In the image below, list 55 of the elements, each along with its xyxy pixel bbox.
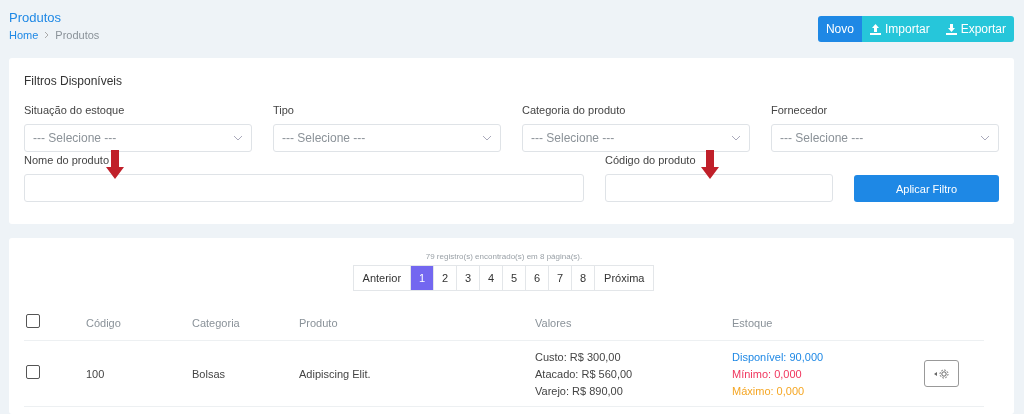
page-button[interactable]: 5: [502, 265, 527, 291]
checkbox[interactable]: [26, 313, 40, 328]
settings-icon: [933, 368, 950, 379]
download-icon: [945, 23, 957, 35]
field-label: Nome do produto: [24, 154, 110, 166]
field-label: Fornecedor: [771, 104, 829, 116]
column-header: Código: [86, 316, 122, 329]
column-header: Valores: [535, 316, 573, 329]
select-field[interactable]: --- Selecione ---: [771, 124, 999, 152]
page-button[interactable]: 7: [548, 265, 573, 291]
page-button[interactable]: 6: [525, 265, 550, 291]
price-text: Atacado: R$ 560,00: [535, 367, 634, 380]
card-title: Filtros Disponíveis: [24, 74, 124, 88]
apply-filter-button[interactable]: Aplicar Filtro: [854, 175, 999, 202]
upload-icon: [869, 23, 881, 35]
chevron-down-icon: [731, 135, 741, 141]
field-label: Tipo: [273, 104, 295, 116]
results-summary: 79 registro(s) encontrado(s) em 8 página(s).: [424, 252, 584, 261]
page-button[interactable]: 1: [410, 265, 435, 291]
price-text: Custo: R$ 300,00: [535, 350, 622, 363]
page-button[interactable]: 2: [433, 265, 458, 291]
page-button[interactable]: 3: [456, 265, 481, 291]
select-field[interactable]: --- Selecione ---: [273, 124, 501, 152]
column-header: Estoque: [732, 316, 774, 329]
field-label: Código do produto: [605, 154, 697, 166]
chevron-down-icon: [233, 135, 243, 141]
arrow-down-icon: [701, 150, 719, 180]
chevron-down-icon: [482, 135, 492, 141]
previous-page-button[interactable]: Anterior: [352, 265, 412, 291]
text-field[interactable]: [24, 174, 584, 202]
page-button[interactable]: 8: [571, 265, 596, 291]
page-button[interactable]: 4: [479, 265, 504, 291]
table-cell-text: Bolsas: [192, 367, 227, 380]
table-cell-text: Adipiscing Elit.: [299, 367, 372, 380]
text-field[interactable]: [605, 174, 833, 202]
stock-text: Máximo: 0,000: [732, 384, 806, 397]
next-page-button[interactable]: Próxima: [594, 265, 655, 291]
stock-text: Disponível: 90,000: [732, 350, 825, 363]
field-label: Situação do estoque: [24, 104, 126, 116]
checkbox[interactable]: [26, 364, 40, 379]
field-label: Categoria do produto: [522, 104, 627, 116]
action-button[interactable]: Novo: [817, 16, 862, 42]
column-header: Produto: [299, 316, 339, 329]
chevron-right-icon: [44, 31, 50, 39]
select-field[interactable]: --- Selecione ---: [24, 124, 252, 152]
page-title: Produtos: [9, 10, 63, 25]
breadcrumb-link[interactable]: Produtos: [55, 29, 100, 41]
stock-text: Mínimo: 0,000: [732, 367, 803, 380]
price-text: Varejo: R$ 890,00: [535, 384, 624, 397]
breadcrumb-link[interactable]: Home: [9, 29, 39, 41]
settings-button[interactable]: [924, 360, 959, 387]
table-cell-text: 100: [86, 367, 106, 380]
chevron-down-icon: [980, 135, 990, 141]
select-field[interactable]: --- Selecione ---: [522, 124, 750, 152]
column-header: Categoria: [192, 316, 241, 329]
